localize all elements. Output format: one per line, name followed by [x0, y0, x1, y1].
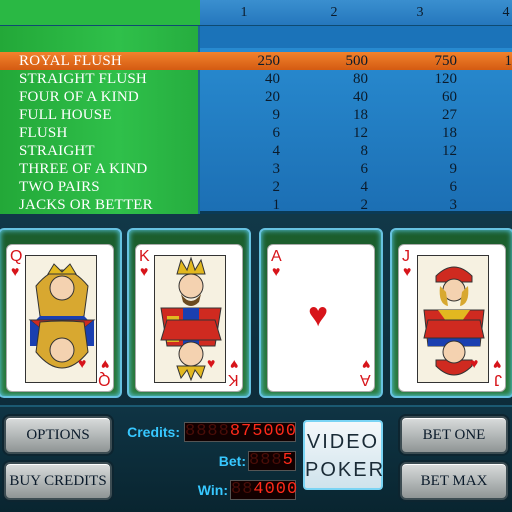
payout-value: 60 [442, 89, 457, 105]
card-4[interactable]: J ♥ J ♥ ♥ [398, 244, 506, 392]
card-3[interactable]: A ♥ A ♥ ♥ [267, 244, 375, 392]
bet-max-button[interactable]: BET MAX [400, 462, 508, 500]
options-button[interactable]: OPTIONS [4, 416, 112, 454]
payout-value: 6 [360, 161, 369, 177]
card-rank: A [360, 371, 371, 388]
hand-name: JACKS OR BETTER [19, 197, 153, 213]
payout-value: 40 [353, 89, 368, 105]
credits-value: 875000 [229, 422, 298, 441]
payout-value: 1 [504, 53, 512, 69]
card-2[interactable]: K ♥ K ♥ ♥ [135, 244, 243, 392]
payout-value: 18 [442, 125, 457, 141]
bet-label: Bet: [218, 453, 246, 469]
payout-value: 8 [360, 143, 369, 159]
payout-value: 4 [272, 143, 281, 159]
payout-value: 20 [265, 89, 280, 105]
card-1[interactable]: Q ♥ Q ♥ ♥ [6, 244, 114, 392]
bet-one-button[interactable]: BET ONE [400, 416, 508, 454]
payout-value: 2 [360, 197, 369, 213]
payout-value: 40 [265, 71, 280, 87]
paytable-row: JACKS OR BETTER 1 2 3 [0, 196, 512, 214]
win-label: Win: [197, 482, 228, 498]
paytable-row: THREE OF A KIND 3 6 9 [0, 160, 512, 178]
payout-value: 4 [360, 179, 369, 195]
column-header-4: 4 [502, 5, 510, 20]
paytable-row: FULL HOUSE 9 18 27 [0, 106, 512, 124]
paytable-row: ROYAL FLUSH 250 500 750 1 [0, 52, 512, 70]
column-header-1: 1 [240, 5, 248, 20]
card-rank: K [139, 248, 150, 265]
payout-value: 12 [442, 143, 457, 159]
credits-ghost-digits: 8888 [185, 422, 230, 441]
hand-name: FULL HOUSE [19, 107, 112, 123]
credits-display: 8888875000 [184, 422, 296, 442]
card-rank: Q [97, 371, 110, 388]
credits-label: Credits: [127, 424, 180, 440]
svg-text:♥: ♥ [78, 357, 86, 372]
payout-value: 9 [449, 161, 458, 177]
king-face-icon: ♥ [154, 255, 226, 383]
payout-value: 750 [434, 53, 458, 69]
payout-value: 2 [272, 179, 281, 195]
payout-value: 1 [272, 197, 281, 213]
bet-value: 5 [282, 451, 294, 470]
svg-text:♥: ♥ [470, 357, 478, 372]
payout-value: 9 [272, 107, 281, 123]
hand-name: FLUSH [19, 125, 68, 141]
paytable-row: FLUSH 6 12 18 [0, 124, 512, 142]
heart-icon: ♥ [361, 356, 370, 371]
bet-display: 8885 [248, 451, 296, 471]
svg-text:♥: ♥ [207, 357, 215, 372]
queen-face-icon: ♥ [25, 255, 97, 383]
payout-value: 27 [442, 107, 457, 123]
bet-ghost-digits: 888 [249, 451, 283, 470]
card-rank: J [494, 371, 502, 388]
payout-value: 6 [449, 179, 458, 195]
win-display: 884000 [230, 480, 299, 500]
card-rank: K [228, 371, 239, 388]
card-rank: J [402, 248, 410, 265]
paytable: 1 2 3 4 ROYAL FLUSH 250 500 750 1 STRAIG… [0, 0, 512, 214]
heart-icon: ♥ [403, 265, 412, 280]
hand-name: STRAIGHT FLUSH [19, 71, 147, 87]
paytable-row: TWO PAIRS 2 4 6 [0, 178, 512, 196]
heart-icon: ♥ [100, 356, 109, 371]
heart-icon: ♥ [308, 297, 329, 334]
hand-name: ROYAL FLUSH [19, 53, 122, 69]
payout-value: 3 [449, 197, 458, 213]
logo-line-2: POKER [305, 459, 386, 481]
card-rank: A [271, 248, 282, 265]
hand-name: TWO PAIRS [19, 179, 100, 195]
hand-name: FOUR OF A KIND [19, 89, 139, 105]
win-value: 4000 [253, 480, 299, 499]
paytable-row: STRAIGHT 4 8 12 [0, 142, 512, 160]
win-ghost-digits: 88 [231, 480, 254, 499]
paytable-corner [0, 0, 200, 26]
heart-icon: ♥ [11, 265, 20, 280]
paytable-row: FOUR OF A KIND 20 40 60 [0, 88, 512, 106]
heart-icon: ♥ [229, 356, 238, 371]
logo-line-1: VIDEO [306, 431, 380, 453]
hand-name: STRAIGHT [19, 143, 95, 159]
column-header-3: 3 [416, 5, 424, 20]
payout-value: 120 [434, 71, 458, 87]
payout-value: 80 [353, 71, 368, 87]
payout-value: 6 [272, 125, 281, 141]
payout-value: 250 [257, 53, 281, 69]
buy-credits-button[interactable]: BUY CREDITS [4, 462, 112, 500]
video-poker-logo: VIDEO POKER [303, 420, 383, 490]
card-rank: Q [10, 248, 23, 265]
heart-icon: ♥ [140, 265, 149, 280]
heart-icon: ♥ [272, 265, 281, 280]
payout-value: 18 [353, 107, 368, 123]
payout-value: 3 [272, 161, 281, 177]
payout-value: 12 [353, 125, 368, 141]
jack-face-icon: ♥ [417, 255, 489, 383]
hand-name: THREE OF A KIND [19, 161, 148, 177]
paytable-row: STRAIGHT FLUSH 40 80 120 [0, 70, 512, 88]
column-header-2: 2 [330, 5, 338, 20]
heart-icon: ♥ [492, 356, 501, 371]
payout-value: 500 [345, 53, 369, 69]
